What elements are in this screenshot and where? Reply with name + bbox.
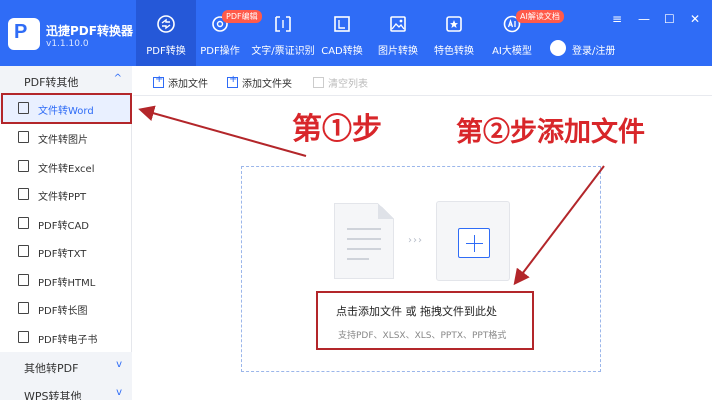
sidebar-item-file-to-excel[interactable]: 文件转Excel (0, 152, 132, 180)
sidebar-item-pdf-to-long-image[interactable]: PDF转长图 (0, 294, 132, 322)
sidebar-group-label: WPS转其他 (24, 390, 82, 400)
plus-icon[interactable] (458, 228, 490, 258)
add-folder-button[interactable]: 添加文件夹 (227, 74, 292, 90)
sidebar-item-label: PDF转长图 (38, 306, 88, 317)
sidebar-item-file-to-image[interactable]: 文件转图片 (0, 123, 132, 151)
maximize-icon[interactable]: ☐ (664, 12, 675, 26)
ai-doc-badge[interactable]: AI解读文档 (516, 10, 564, 23)
annotation-step1: 第①步 (292, 112, 382, 147)
nav-label: AI大模型 (492, 46, 532, 57)
long-image-icon (18, 302, 29, 314)
nav-label: PDF转换 (146, 46, 186, 57)
sidebar-group-wps-to-other[interactable]: WPS转其他 v (0, 380, 132, 400)
chevron-down-icon: v (116, 387, 122, 398)
ppt-file-icon (18, 188, 29, 200)
add-file-icon (153, 74, 164, 88)
login-link[interactable]: 登录/注册 (572, 42, 615, 57)
toolbar: 添加文件 添加文件夹 清空列表 (133, 66, 712, 96)
sidebar-item-file-to-ppt[interactable]: 文件转PPT (0, 180, 132, 208)
arrow-right-icon: ››› (408, 235, 423, 246)
add-file-label: 添加文件 (168, 79, 208, 90)
sidebar-item-label: 文件转PPT (38, 192, 87, 203)
convert-icon (157, 15, 175, 33)
image-file-icon (18, 131, 29, 143)
nav-label: CAD转换 (321, 46, 363, 57)
document-icon (334, 203, 394, 279)
logo-icon: P (8, 18, 40, 50)
sidebar-item-pdf-to-cad[interactable]: PDF转CAD (0, 209, 132, 237)
app-version: v1.1.10.0 (46, 39, 89, 49)
clear-list-label: 清空列表 (328, 79, 368, 90)
app-header: P 迅捷PDF转换器 v1.1.10.0 PDF转换 PDF操作 PDF编辑 文… (0, 0, 712, 66)
sidebar-item-pdf-to-ebook[interactable]: PDF转电子书 (0, 323, 132, 351)
star-icon (446, 16, 462, 32)
annotation-highlight-file-to-word (1, 93, 132, 124)
sidebar-group-label: PDF转其他 (24, 76, 79, 89)
cad-file-icon (18, 217, 29, 229)
avatar[interactable] (550, 40, 566, 56)
html-file-icon (18, 274, 29, 286)
nav-ocr[interactable]: 文字/票证识别 (246, 0, 320, 66)
add-card[interactable] (436, 201, 510, 281)
clear-list-button[interactable]: 清空列表 (313, 75, 368, 90)
add-folder-icon (227, 74, 238, 88)
nav-pdf-convert[interactable]: PDF转换 (136, 0, 196, 66)
sidebar-item-label: PDF转CAD (38, 221, 90, 232)
sidebar-item-label: PDF转TXT (38, 249, 87, 260)
nav-label: PDF操作 (200, 46, 240, 57)
sidebar-group-pdf-to-other[interactable]: PDF转其他 ^ (0, 66, 132, 94)
annotation-highlight-drop-hint (316, 291, 534, 350)
sidebar-group-label: 其他转PDF (24, 362, 79, 375)
nav-label: 文字/票证识别 (251, 46, 315, 57)
txt-file-icon (18, 245, 29, 257)
cad-icon (334, 16, 350, 32)
nav-special[interactable]: 特色转换 (426, 0, 482, 66)
ebook-icon (18, 331, 29, 343)
add-folder-label: 添加文件夹 (242, 79, 292, 90)
nav-image[interactable]: 图片转换 (370, 0, 426, 66)
sidebar-item-label: PDF转电子书 (38, 335, 98, 346)
sidebar-group-other-to-pdf[interactable]: 其他转PDF v (0, 352, 132, 380)
scan-icon (275, 16, 291, 32)
minimize-icon[interactable]: — (638, 12, 650, 26)
sidebar-item-label: PDF转HTML (38, 278, 96, 289)
annotation-arrow-step1 (138, 105, 307, 157)
close-icon[interactable]: ✕ (690, 12, 700, 26)
sidebar-item-label: 文件转图片 (38, 135, 88, 146)
app-title: 迅捷PDF转换器 (46, 24, 133, 38)
chevron-down-icon: v (116, 359, 122, 370)
trash-icon (313, 77, 324, 88)
nav-label: 特色转换 (434, 46, 474, 57)
image-icon (390, 16, 406, 32)
menu-icon[interactable]: ≡ (612, 12, 622, 26)
app-logo: P 迅捷PDF转换器 v1.1.10.0 (8, 12, 133, 52)
annotation-step2: 第②步添加文件 (456, 117, 645, 148)
chevron-up-icon: ^ (113, 73, 122, 84)
sidebar-item-pdf-to-txt[interactable]: PDF转TXT (0, 237, 132, 265)
sidebar-item-pdf-to-html[interactable]: PDF转HTML (0, 266, 132, 294)
nav-label: 图片转换 (378, 46, 418, 57)
excel-file-icon (18, 160, 29, 172)
nav-cad[interactable]: CAD转换 (320, 0, 364, 66)
add-file-button[interactable]: 添加文件 (153, 74, 208, 90)
sidebar-item-label: 文件转Excel (38, 164, 95, 175)
